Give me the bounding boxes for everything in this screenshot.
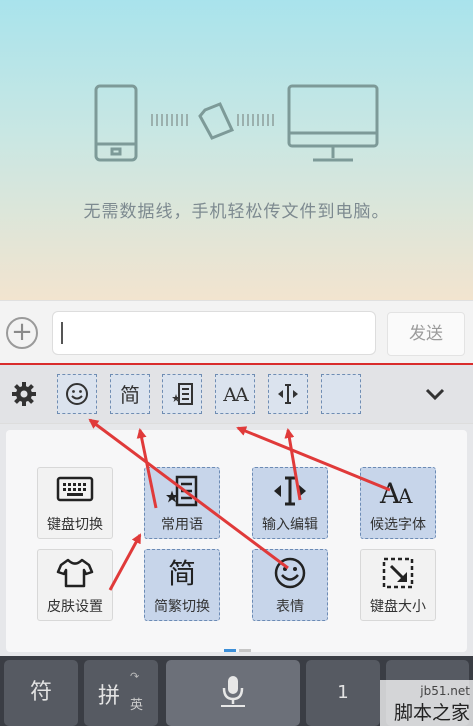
page-dot (239, 649, 251, 652)
toolbar-phrases-button[interactable] (162, 374, 202, 414)
keyboard-size-label: 键盘大小 (370, 599, 426, 615)
toolbar-font-button[interactable]: AA (215, 374, 255, 414)
toolbar-empty-slot[interactable] (321, 374, 361, 414)
keyboard-size-button[interactable]: 键盘大小 (360, 549, 436, 621)
keyboard-switch-button[interactable]: 键盘切换 (37, 467, 113, 539)
phone-to-pc-illustration (94, 84, 379, 162)
microphone-icon (221, 676, 245, 707)
function-grid: 键盘切换 常用语 输入编辑 A A 候选字体 皮肤设置 简 简繁切换 表情 键盘… (6, 430, 467, 652)
keyboard-function-panel: 键盘切换 常用语 输入编辑 A A 候选字体 皮肤设置 简 简繁切换 表情 键盘… (0, 424, 473, 656)
font-icon: A A (379, 477, 413, 510)
send-button[interactable]: 发送 (387, 312, 465, 356)
skin-settings-label: 皮肤设置 (47, 599, 103, 615)
file-icon (198, 102, 235, 140)
skin-settings-button[interactable]: 皮肤设置 (37, 549, 113, 621)
voice-space-key[interactable] (166, 660, 300, 726)
input-edit-label: 输入编辑 (262, 517, 318, 533)
cursor-edit-icon (274, 476, 306, 506)
number-key[interactable]: 1 (306, 660, 380, 726)
keyboard-switch-label: 键盘切换 (47, 517, 103, 533)
toolbar-edit-button[interactable] (268, 374, 308, 414)
switch-arrow-icon: ↷ (130, 670, 140, 683)
emoji-label: 表情 (276, 599, 304, 615)
smiley-icon (274, 557, 306, 589)
symbol-key[interactable]: 符 (4, 660, 78, 726)
candidate-font-button[interactable]: A A 候选字体 (360, 467, 436, 539)
tshirt-icon (56, 558, 94, 588)
watermark: jb51.net 脚本之家 (380, 680, 473, 726)
add-attachment-button[interactable]: + (6, 317, 38, 349)
watermark-title: 脚本之家 (393, 702, 470, 724)
toolbar-simplified-button[interactable]: 简 (110, 374, 150, 414)
resize-icon (382, 557, 414, 589)
hero-caption: 无需数据线，手机轻松传文件到电脑。 (83, 202, 390, 222)
pinyin-label: 拼 (98, 684, 121, 709)
message-bar: + 发送 (0, 300, 473, 365)
smiley-icon (66, 383, 88, 405)
svg-text:A: A (397, 484, 413, 508)
candidate-font-label: 候选字体 (370, 517, 426, 533)
page-indicator (224, 637, 254, 656)
emoji-button[interactable]: 表情 (252, 549, 328, 621)
simplified-traditional-icon: 简 (167, 557, 196, 590)
toolbar-emoji-button[interactable] (57, 374, 97, 414)
gear-icon[interactable] (10, 380, 38, 408)
simplified-traditional-label: 简繁切换 (154, 599, 210, 615)
message-input[interactable] (52, 311, 376, 355)
common-phrases-label: 常用语 (161, 517, 203, 533)
phrase-list-icon (172, 383, 193, 405)
chevron-down-icon[interactable] (421, 380, 449, 408)
screen: 无需数据线，手机轻松传文件到电脑。 + 发送 简 AA 键盘切换 常用语 输入编… (0, 0, 473, 726)
pinyin-english-key[interactable]: 拼 ↷ 英 (84, 660, 158, 726)
cursor-edit-icon (278, 384, 298, 404)
phrase-list-icon (166, 475, 198, 507)
monitor-icon (287, 84, 379, 162)
phone-icon (94, 84, 138, 162)
english-label: 英 (130, 698, 144, 713)
simplified-traditional-button[interactable]: 简 简繁切换 (144, 549, 220, 621)
transfer-hero: 无需数据线，手机轻松传文件到电脑。 (0, 0, 473, 300)
common-phrases-button[interactable]: 常用语 (144, 467, 220, 539)
transfer-dots (151, 114, 274, 126)
input-edit-button[interactable]: 输入编辑 (252, 467, 328, 539)
keyboard-toolbar: 简 AA (0, 365, 473, 423)
keyboard-icon (56, 476, 94, 502)
page-dot-active (224, 649, 236, 652)
watermark-url: jb51.net (420, 684, 470, 698)
text-caret (61, 322, 63, 344)
